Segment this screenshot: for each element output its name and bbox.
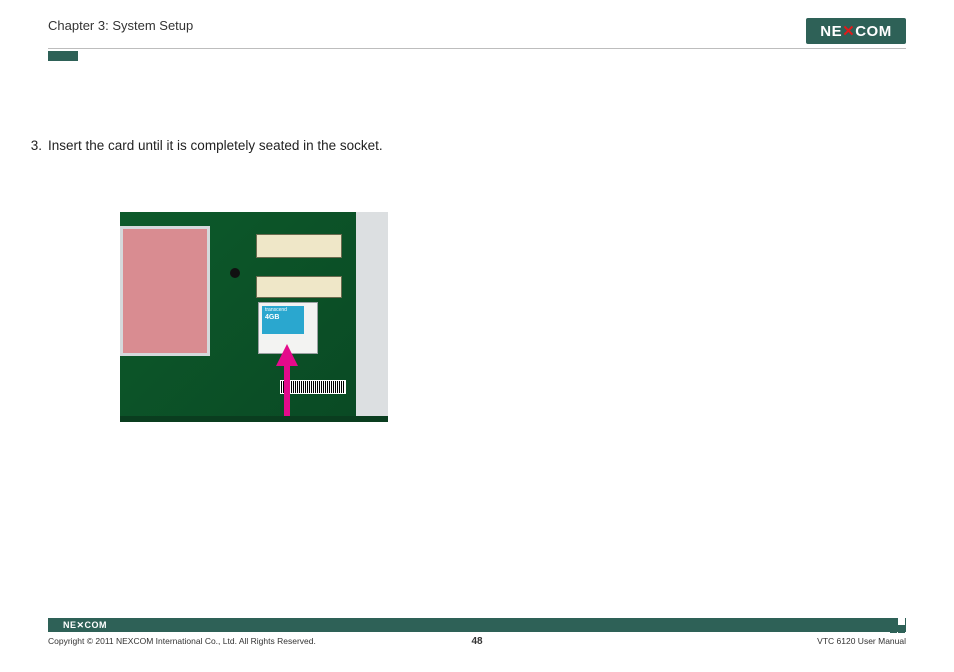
footer-corner-icon: [890, 618, 906, 632]
buzzer-component: [230, 268, 240, 278]
cf-capacity: 4GB: [265, 314, 279, 322]
footer-bar: NE✕COM: [48, 618, 906, 632]
logo-text: NE✕COM: [820, 22, 891, 40]
manual-page: Chapter 3: System Setup NE✕COM 3. Insert…: [48, 18, 906, 654]
chapter-title: Chapter 3: System Setup: [48, 18, 193, 33]
footer-text-row: Copyright © 2011 NEXCOM International Co…: [48, 636, 906, 646]
insertion-arrow-icon: [280, 344, 294, 422]
nexcom-logo: NE✕COM: [806, 18, 906, 44]
chassis-edge: [356, 212, 388, 417]
instruction-step: 3. Insert the card until it is completel…: [26, 138, 383, 153]
step-text: Insert the card until it is completely s…: [48, 138, 383, 153]
socket-connector: [256, 234, 342, 258]
step-number: 3.: [26, 138, 42, 153]
header-tab-accent: [48, 51, 78, 61]
instruction-photo: transcend 4GB: [120, 212, 388, 422]
header-rule: [48, 48, 906, 49]
page-number: 48: [48, 636, 906, 647]
footer-logo: NE✕COM: [48, 620, 118, 631]
cf-socket: [256, 276, 342, 298]
footer-logo-text: NE✕COM: [63, 620, 107, 631]
cf-card-label: transcend 4GB: [262, 306, 304, 334]
content-area: 3. Insert the card until it is completel…: [26, 138, 383, 153]
thermal-pad: [120, 226, 210, 356]
